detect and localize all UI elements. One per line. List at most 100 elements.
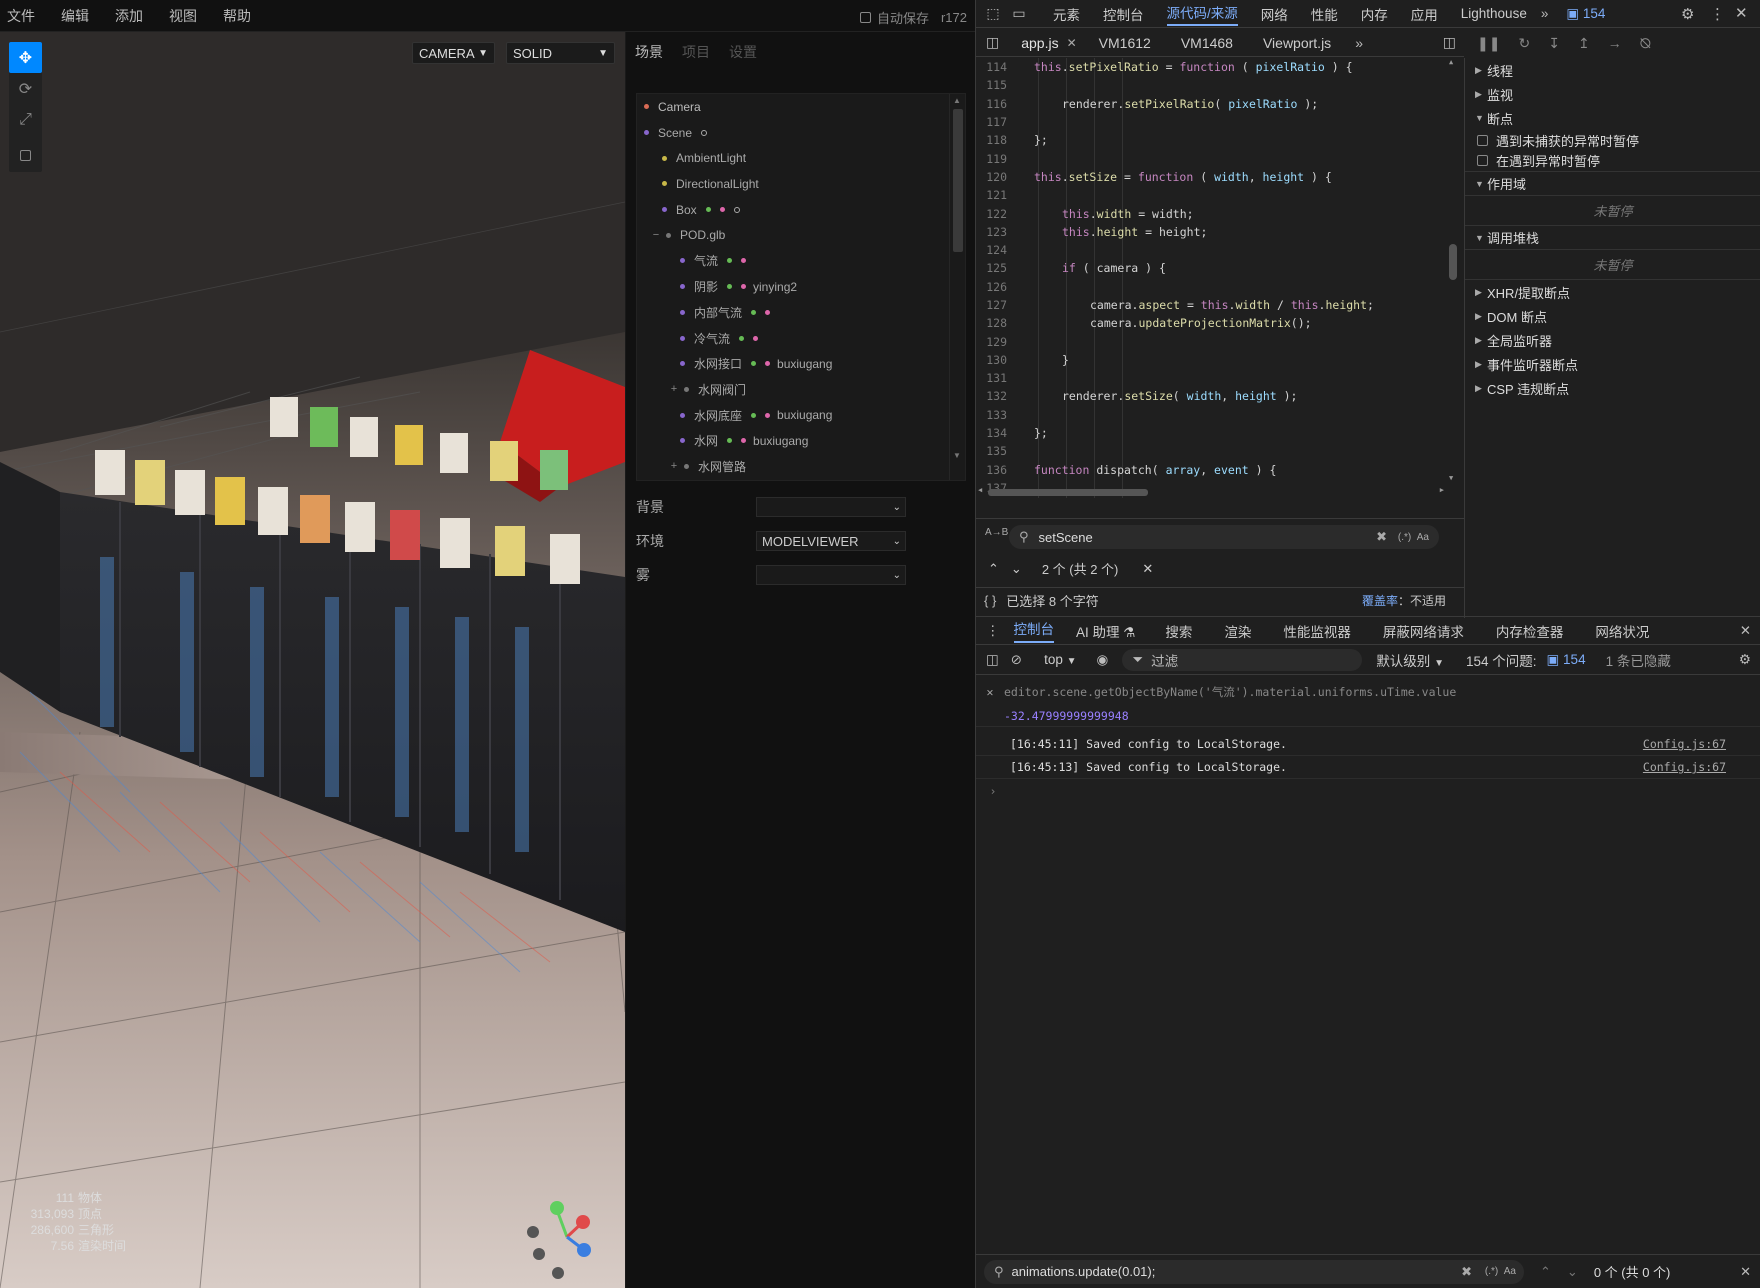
line-number[interactable]: 119 <box>976 152 1018 166</box>
scroll-down-icon[interactable]: ▼ <box>1449 474 1453 482</box>
close-drawer-icon[interactable]: ✕ <box>1740 623 1751 639</box>
scroll-up-icon[interactable]: ▲ <box>1449 58 1453 66</box>
line-number[interactable]: 130 <box>976 353 1018 367</box>
pretty-print-icon[interactable]: { } <box>984 593 996 608</box>
outliner-item[interactable]: 水网底座 buxiugang <box>637 402 965 428</box>
outliner-item[interactable]: 阴影 yinying2 <box>637 274 965 300</box>
code-line[interactable]: 116 renderer.setPixelRatio( pixelRatio ); <box>976 95 1459 113</box>
log-source-link[interactable]: Config.js:67 <box>1643 737 1726 751</box>
code-line[interactable]: 128 camera.updateProjectionMatrix(); <box>976 314 1459 332</box>
code-line[interactable]: 126 <box>976 278 1459 296</box>
pause-uncaught-row[interactable]: 遇到未捕获的异常时暂停 <box>1465 130 1760 150</box>
console-output[interactable]: ✕ editor.scene.getObjectByName('气流').mat… <box>976 679 1760 802</box>
deactivate-breakpoints-icon[interactable]: ⦰ <box>1640 35 1651 52</box>
code-line[interactable]: 136 function dispatch( array, event ) { <box>976 461 1459 479</box>
step-icon[interactable]: → <box>1608 35 1622 51</box>
console-settings-gear-icon[interactable]: ⚙ <box>1739 652 1751 668</box>
console-search-input[interactable]: ⚲ animations.update(0.01); ✖ (.*) Aa <box>984 1259 1524 1284</box>
expand-toggle-icon[interactable]: + <box>668 460 680 472</box>
shading-select[interactable]: SOLID ▼ <box>506 42 615 64</box>
tab-sources[interactable]: 源代码/来源 <box>1166 2 1238 26</box>
pause-icon[interactable]: ❚❚ <box>1477 35 1500 52</box>
scroll-right-icon[interactable]: ▶ <box>1440 486 1444 494</box>
previous-match-icon[interactable]: ⌃ <box>988 561 999 577</box>
line-number[interactable]: 135 <box>976 444 1018 458</box>
drawer-tab-ai-assistant[interactable]: AI 助理 ⚗ <box>1076 621 1135 641</box>
outliner-item[interactable]: Box <box>637 197 965 223</box>
file-tab-app-js[interactable]: app.js ✕ <box>1021 35 1076 51</box>
menu-view[interactable]: 视图 <box>169 6 197 26</box>
code-line[interactable]: 132 renderer.setSize( width, height ); <box>976 387 1459 405</box>
tab-project[interactable]: 项目 <box>682 42 710 62</box>
clear-search-icon[interactable]: ✖ <box>1376 529 1387 545</box>
code-line[interactable]: 115 <box>976 76 1459 94</box>
line-number[interactable]: 117 <box>976 115 1018 129</box>
log-level-select[interactable]: 默认级别 ▼ <box>1376 650 1444 670</box>
clear-console-icon[interactable]: ⊘ <box>1011 652 1022 668</box>
outliner-scrollbar[interactable]: ▲ ▼ <box>949 94 965 480</box>
file-tab-viewport-js[interactable]: Viewport.js <box>1263 35 1331 51</box>
code-line[interactable]: 123 this.height = height; <box>976 223 1459 241</box>
toggle-debugger-icon[interactable]: ◫ <box>1443 34 1456 51</box>
line-number[interactable]: 118 <box>976 133 1018 147</box>
regex-case-toggle-icons[interactable]: (.*) Aa <box>1398 532 1429 543</box>
menu-help[interactable]: 帮助 <box>223 6 251 26</box>
toggle-navigator-icon[interactable]: ◫ <box>986 34 999 51</box>
live-expression-eye-icon[interactable]: ◉ <box>1097 652 1109 668</box>
section-xhr-breakpoints[interactable]: ▶ XHR/提取断点 <box>1465 280 1760 304</box>
close-search-icon[interactable]: ✕ <box>1740 1264 1751 1280</box>
viewport[interactable]: ✥ ⟳ ⤢ CAMERA ▼ SOLID ▼ 111 物体 313,093 顶点 2… <box>0 32 625 1288</box>
close-tab-icon[interactable]: ✕ <box>1067 36 1077 50</box>
next-match-icon[interactable]: ⌄ <box>1567 1264 1578 1280</box>
close-search-icon[interactable]: ✕ <box>1142 561 1153 577</box>
close-devtools-icon[interactable]: ✕ <box>1735 4 1748 22</box>
more-files-icon[interactable]: » <box>1355 35 1363 51</box>
scrollbar-thumb[interactable] <box>953 109 963 252</box>
section-global-listeners[interactable]: ▶ 全局监听器 <box>1465 328 1760 352</box>
tab-application[interactable]: 应用 <box>1411 4 1438 24</box>
line-number[interactable]: 122 <box>976 207 1018 221</box>
outliner-item[interactable]: 水网接口 buxiugang <box>637 351 965 377</box>
line-number[interactable]: 124 <box>976 243 1018 257</box>
section-csp-breakpoints[interactable]: ▶ CSP 违规断点 <box>1465 376 1760 400</box>
scene-outliner[interactable]: Camera Scene AmbientLight DirectionalLight B… <box>636 93 966 481</box>
scroll-left-icon[interactable]: ◀ <box>978 486 982 494</box>
code-line[interactable]: 131 <box>976 369 1459 387</box>
outliner-item[interactable]: DirectionalLight <box>637 171 965 197</box>
menu-edit[interactable]: 编辑 <box>61 6 89 26</box>
line-number[interactable]: 125 <box>976 261 1018 275</box>
outliner-item[interactable]: 内部气流 <box>637 300 965 326</box>
pause-uncaught-checkbox[interactable] <box>1477 134 1488 146</box>
drawer-tab-search[interactable]: 搜索 <box>1165 621 1192 641</box>
more-menu-icon[interactable]: ⋮ <box>1710 5 1725 23</box>
more-tabs-icon[interactable]: » <box>1541 6 1549 21</box>
pause-caught-checkbox[interactable] <box>1477 155 1488 166</box>
outliner-item[interactable]: 冷气流 <box>637 325 965 351</box>
replace-toggle-icon[interactable]: A→B <box>985 527 1008 538</box>
console-prompt[interactable]: › <box>976 779 1760 802</box>
expand-toggle-icon[interactable]: + <box>668 383 680 395</box>
console-sidebar-icon[interactable]: ◫ <box>986 652 999 668</box>
menu-file[interactable]: 文件 <box>7 6 35 26</box>
environment-select[interactable]: MODELVIEWER ⌄ <box>756 531 906 551</box>
line-number[interactable]: 129 <box>976 335 1018 349</box>
section-threads[interactable]: ▶ 线程 <box>1465 58 1760 82</box>
scrollbar-thumb[interactable] <box>1449 244 1457 280</box>
tab-scene[interactable]: 场景 <box>635 42 663 62</box>
tab-performance[interactable]: 性能 <box>1311 4 1338 24</box>
line-number[interactable]: 136 <box>976 463 1018 477</box>
code-line[interactable]: 114 this.setPixelRatio = function ( pixel… <box>976 58 1459 76</box>
step-out-icon[interactable]: ↥ <box>1578 35 1590 52</box>
step-over-icon[interactable]: ↻ <box>1518 35 1530 52</box>
device-toolbar-icon[interactable]: ▭ <box>1008 5 1030 22</box>
code-line[interactable]: 125 if ( camera ) { <box>976 259 1459 277</box>
scroll-up-icon[interactable]: ▲ <box>953 96 961 105</box>
inspect-element-icon[interactable]: ⬚ <box>982 5 1004 22</box>
line-number[interactable]: 134 <box>976 426 1018 440</box>
line-number[interactable]: 121 <box>976 188 1018 202</box>
expand-toggle-icon[interactable]: − <box>650 229 662 241</box>
drawer-tab-console[interactable]: 控制台 <box>1013 618 1054 643</box>
background-select[interactable]: ⌄ <box>756 497 906 517</box>
camera-select[interactable]: CAMERA ▼ <box>412 42 495 64</box>
code-line[interactable]: 130} <box>976 351 1459 369</box>
